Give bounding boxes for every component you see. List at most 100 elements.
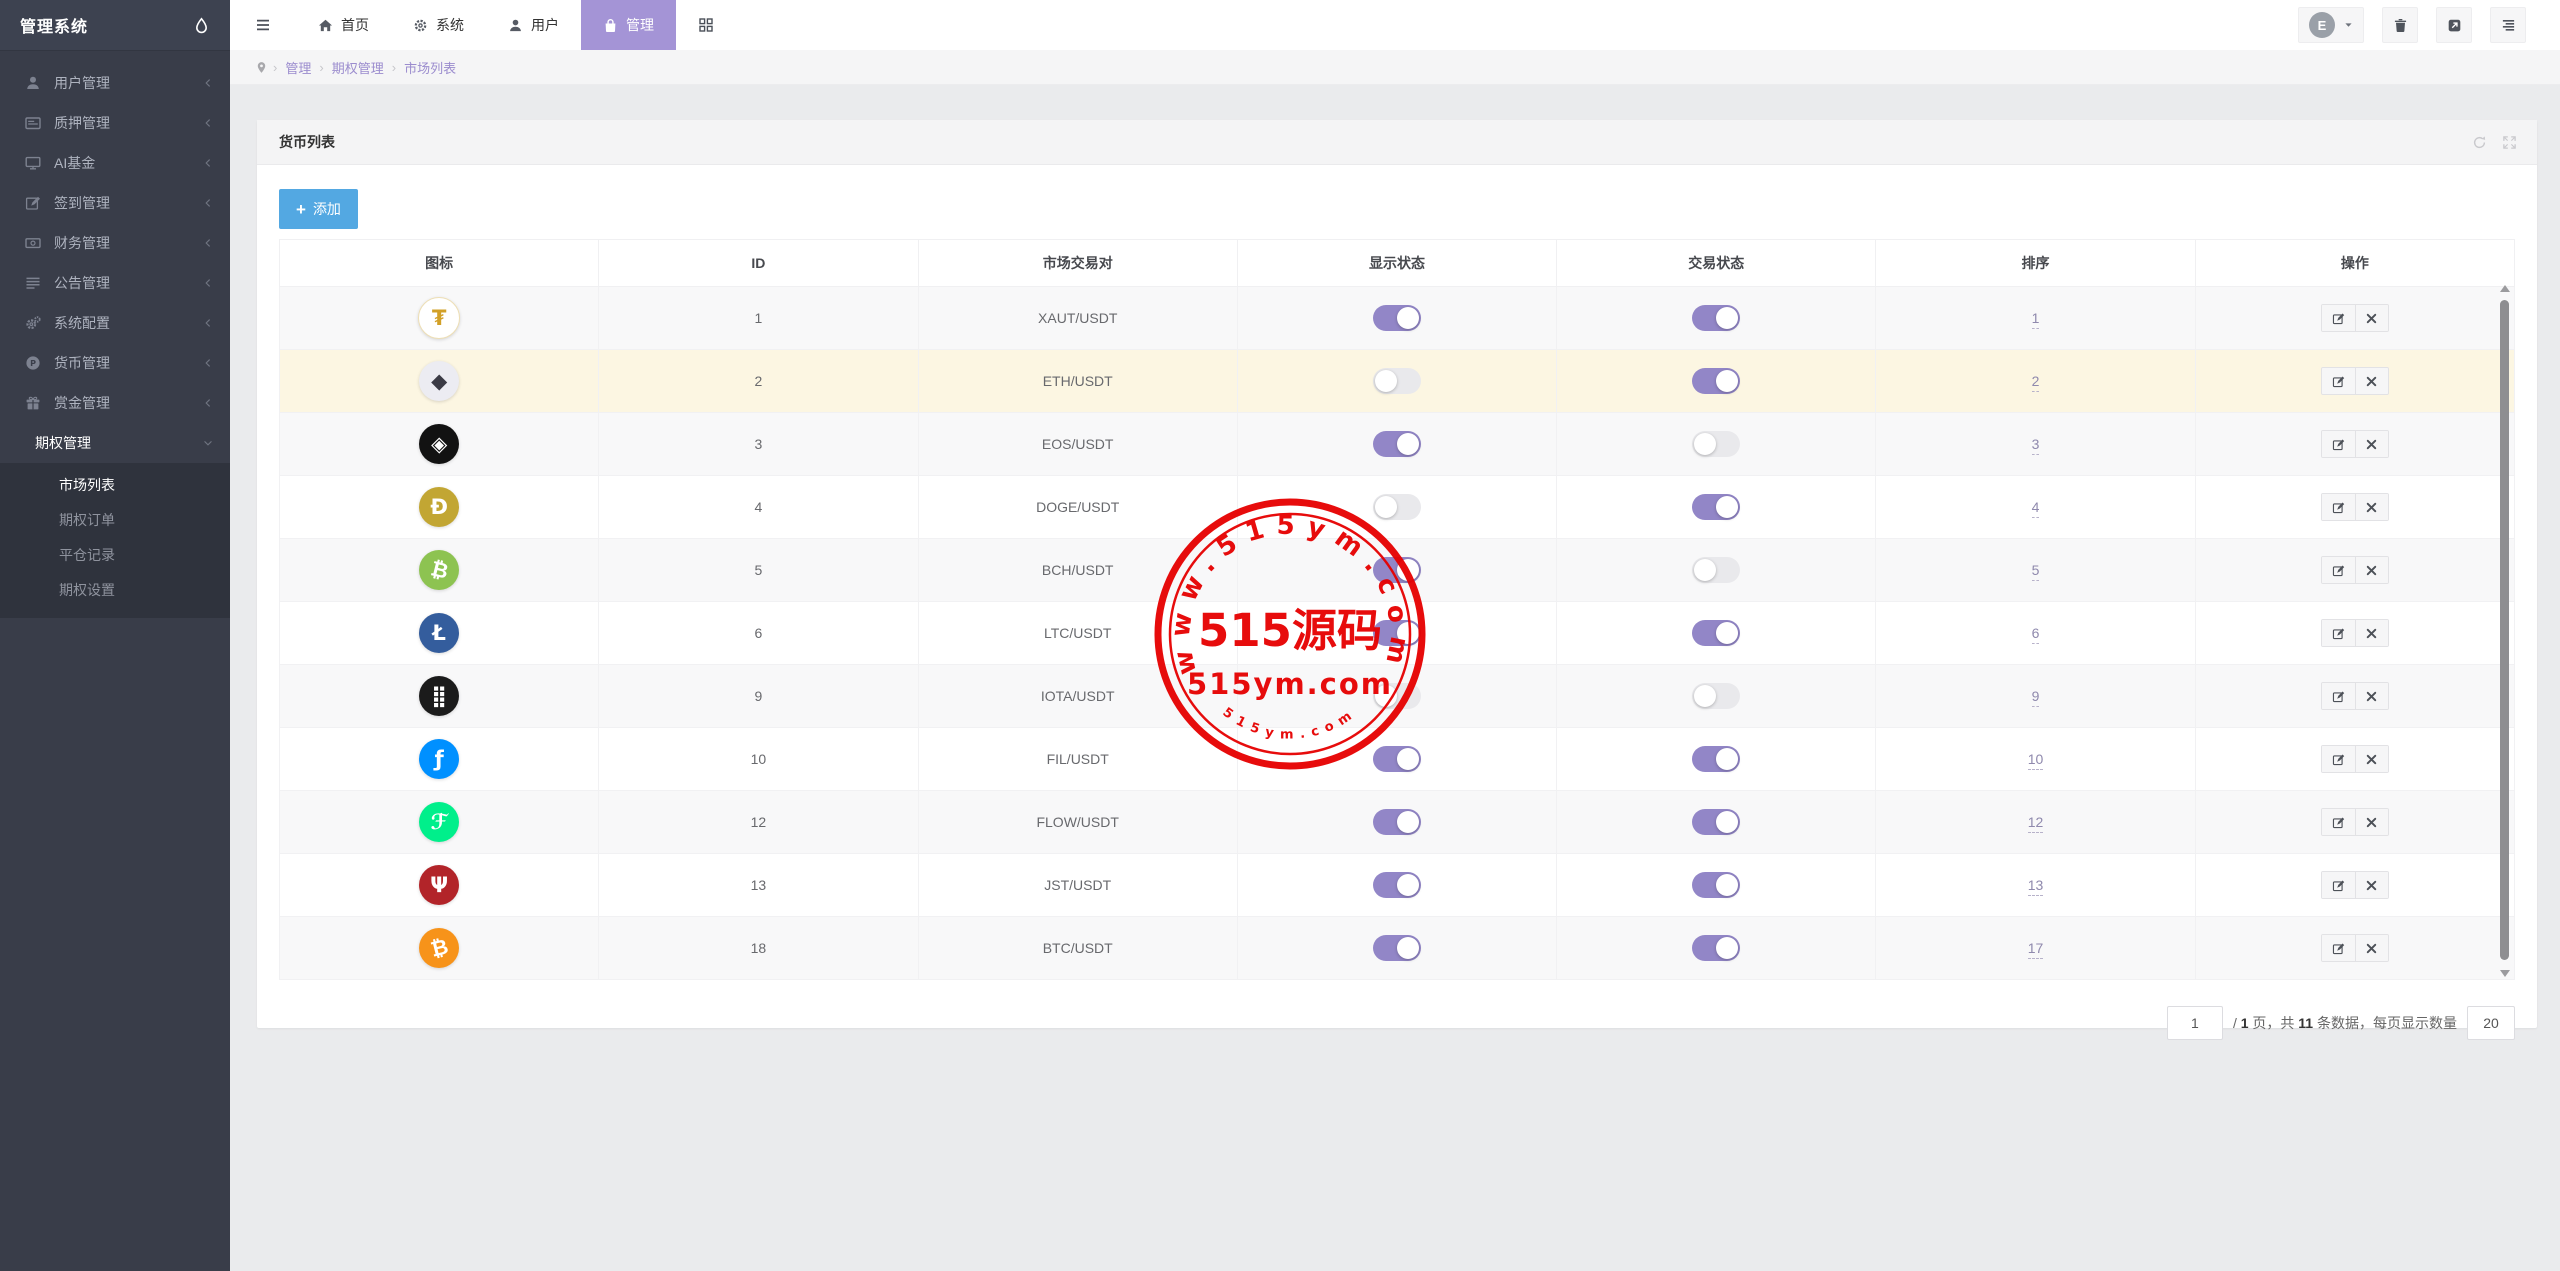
user-menu[interactable]: E xyxy=(2298,7,2364,43)
edit-button[interactable] xyxy=(2322,494,2355,520)
edit-button[interactable] xyxy=(2322,746,2355,772)
nav-item-system[interactable]: 系统 xyxy=(391,0,486,50)
show-toggle[interactable] xyxy=(1373,872,1421,898)
show-toggle[interactable] xyxy=(1373,809,1421,835)
nav-item-user[interactable]: 用户 xyxy=(486,0,581,50)
trade-toggle[interactable] xyxy=(1692,620,1740,646)
sidebar-item-notice[interactable]: 公告管理 xyxy=(0,263,230,303)
trade-toggle[interactable] xyxy=(1692,431,1740,457)
delete-button[interactable] xyxy=(2355,746,2388,772)
sidebar-item-currency[interactable]: P 货币管理 xyxy=(0,343,230,383)
edit-button[interactable] xyxy=(2322,683,2355,709)
page-input[interactable] xyxy=(2167,1006,2223,1040)
breadcrumb-link[interactable]: 管理 xyxy=(285,58,311,77)
scroll-up-arrow[interactable] xyxy=(2500,285,2510,292)
show-toggle[interactable] xyxy=(1373,431,1421,457)
sort-link[interactable]: 9 xyxy=(2032,688,2040,707)
sidebar-item-sysconfig[interactable]: 系统配置 xyxy=(0,303,230,343)
show-toggle[interactable] xyxy=(1373,305,1421,331)
trash-button[interactable] xyxy=(2382,7,2418,43)
row-id: 13 xyxy=(599,854,918,917)
fullscreen-icon[interactable] xyxy=(2502,135,2517,150)
show-toggle[interactable] xyxy=(1373,746,1421,772)
refresh-icon[interactable] xyxy=(2472,135,2487,150)
show-toggle[interactable] xyxy=(1373,935,1421,961)
nav-item-admin[interactable]: 管理 xyxy=(581,0,676,50)
external-link-button[interactable] xyxy=(2436,7,2472,43)
edit-button[interactable] xyxy=(2322,809,2355,835)
edit-button[interactable] xyxy=(2322,557,2355,583)
sidebar-item-bounty[interactable]: 赏金管理 xyxy=(0,383,230,423)
trade-toggle[interactable] xyxy=(1692,872,1740,898)
hamburger-icon[interactable] xyxy=(255,17,271,33)
show-toggle[interactable] xyxy=(1373,494,1421,520)
add-button[interactable]: + 添加 xyxy=(279,189,358,229)
delete-button[interactable] xyxy=(2355,557,2388,583)
sort-link[interactable]: 10 xyxy=(2028,751,2044,770)
delete-button[interactable] xyxy=(2355,935,2388,961)
trade-toggle[interactable] xyxy=(1692,368,1740,394)
sort-link[interactable]: 2 xyxy=(2032,373,2040,392)
sidebar-item-option-orders[interactable]: 期权订单 xyxy=(0,503,230,538)
sort-link[interactable]: 4 xyxy=(2032,499,2040,518)
row-id: 9 xyxy=(599,665,918,728)
sidebar-group-options[interactable]: 期权管理 xyxy=(0,423,230,463)
breadcrumb-link[interactable]: 市场列表 xyxy=(404,58,456,77)
show-toggle[interactable] xyxy=(1373,368,1421,394)
sidebar-item-checkin[interactable]: 签到管理 xyxy=(0,183,230,223)
sort-link[interactable]: 12 xyxy=(2028,814,2044,833)
delete-button[interactable] xyxy=(2355,494,2388,520)
table-row: ℱ 12 FLOW/USDT 12 xyxy=(280,791,2515,854)
scrollbar-thumb[interactable] xyxy=(2500,300,2509,960)
trade-toggle[interactable] xyxy=(1692,494,1740,520)
sort-link[interactable]: 5 xyxy=(2032,562,2040,581)
sidebar-item-pledge[interactable]: 质押管理 xyxy=(0,103,230,143)
table-row: ₮ 1 XAUT/USDT 1 xyxy=(280,287,2515,350)
delete-button[interactable] xyxy=(2355,809,2388,835)
sidebar-item-market-list[interactable]: 市场列表 xyxy=(0,468,230,503)
edit-button[interactable] xyxy=(2322,620,2355,646)
trade-toggle[interactable] xyxy=(1692,809,1740,835)
app-logo: 管理系统 xyxy=(0,0,230,51)
delete-button[interactable] xyxy=(2355,305,2388,331)
grid-icon[interactable] xyxy=(698,17,714,33)
sort-link[interactable]: 6 xyxy=(2032,625,2040,644)
edit-button[interactable] xyxy=(2322,305,2355,331)
show-toggle[interactable] xyxy=(1373,683,1421,709)
sort-link[interactable]: 17 xyxy=(2028,940,2044,959)
delete-button[interactable] xyxy=(2355,683,2388,709)
show-toggle[interactable] xyxy=(1373,620,1421,646)
sidebar-item-ai-fund[interactable]: AI基金 xyxy=(0,143,230,183)
show-toggle[interactable] xyxy=(1373,557,1421,583)
scroll-down-arrow[interactable] xyxy=(2500,970,2510,977)
delete-button[interactable] xyxy=(2355,431,2388,457)
market-pair: FIL/USDT xyxy=(918,728,1237,791)
sort-link[interactable]: 3 xyxy=(2032,436,2040,455)
page-size-input[interactable] xyxy=(2467,1006,2515,1040)
chevron-left-icon xyxy=(202,157,214,169)
edit-button[interactable] xyxy=(2322,431,2355,457)
sidebar-item-users[interactable]: 用户管理 xyxy=(0,63,230,103)
edit-button[interactable] xyxy=(2322,368,2355,394)
fil-coin-icon: ƒ xyxy=(419,739,459,779)
nav-item-home[interactable]: 首页 xyxy=(296,0,391,50)
table-scrollbar[interactable] xyxy=(2498,285,2511,977)
delete-button[interactable] xyxy=(2355,872,2388,898)
sort-link[interactable]: 13 xyxy=(2028,877,2044,896)
delete-button[interactable] xyxy=(2355,620,2388,646)
sort-link[interactable]: 1 xyxy=(2032,310,2040,329)
breadcrumb-link[interactable]: 期权管理 xyxy=(332,58,384,77)
trade-toggle[interactable] xyxy=(1692,305,1740,331)
sidebar-item-option-settings[interactable]: 期权设置 xyxy=(0,573,230,608)
trade-toggle[interactable] xyxy=(1692,746,1740,772)
sidebar-item-finance[interactable]: 财务管理 xyxy=(0,223,230,263)
edit-button[interactable] xyxy=(2322,935,2355,961)
menu-list-button[interactable] xyxy=(2490,7,2526,43)
sidebar-item-close-records[interactable]: 平仓记录 xyxy=(0,538,230,573)
trade-toggle[interactable] xyxy=(1692,683,1740,709)
trade-toggle[interactable] xyxy=(1692,935,1740,961)
edit-button[interactable] xyxy=(2322,872,2355,898)
sidebar-item-label: 签到管理 xyxy=(54,193,202,213)
delete-button[interactable] xyxy=(2355,368,2388,394)
trade-toggle[interactable] xyxy=(1692,557,1740,583)
